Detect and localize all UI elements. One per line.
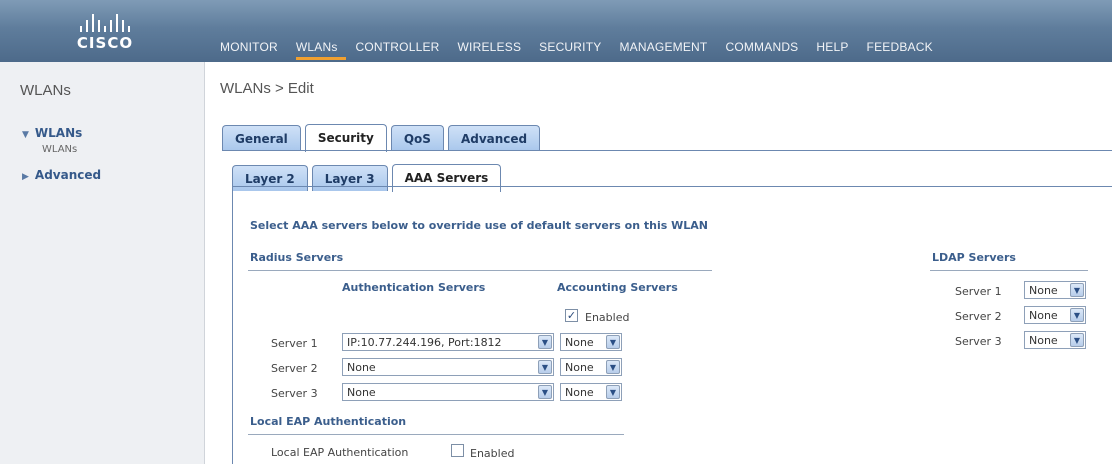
chevron-down-icon: ▼ — [538, 385, 552, 399]
menu-management[interactable]: MANAGEMENT — [619, 40, 715, 60]
menu-security[interactable]: SECURITY — [539, 40, 609, 60]
ldap-server1-select[interactable]: None ▼ — [1024, 281, 1086, 299]
acct-servers-header: Accounting Servers — [557, 281, 678, 294]
chevron-down-icon: ▼ — [606, 360, 620, 374]
chevron-down-icon: ▼ — [538, 360, 552, 374]
main-tabs: General Security QoS Advanced — [222, 123, 544, 152]
menu-wireless[interactable]: WIRELESS — [458, 40, 530, 60]
menu-controller[interactable]: CONTROLLER — [356, 40, 448, 60]
server3-label: Server 3 — [271, 387, 318, 400]
local-eap-enabled-label: Enabled — [470, 447, 515, 460]
cisco-logo: cisco — [60, 12, 150, 56]
sidebar: WLANs ▼ WLANs WLANs ▶ Advanced — [0, 62, 205, 464]
ldap-server2-select[interactable]: None ▼ — [1024, 306, 1086, 324]
radius-divider — [248, 270, 712, 271]
local-eap-enabled-checkbox[interactable] — [451, 444, 464, 457]
menu-feedback[interactable]: FEEDBACK — [867, 40, 941, 60]
ldap-servers-title: LDAP Servers — [932, 251, 1016, 264]
chevron-down-icon: ▼ — [606, 385, 620, 399]
chevron-down-icon: ▼ — [1070, 308, 1084, 322]
top-header: cisco MONITOR WLANs CONTROLLER WIRELESS … — [0, 0, 1112, 62]
chevron-down-icon: ▼ — [606, 335, 620, 349]
acct-server2-select[interactable]: None ▼ — [560, 358, 622, 376]
ldap-server2-label: Server 2 — [955, 310, 1002, 323]
acct-server3-select[interactable]: None ▼ — [560, 383, 622, 401]
ldap-server1-label: Server 1 — [955, 285, 1002, 298]
ldap-server3-label: Server 3 — [955, 335, 1002, 348]
sidebar-item-advanced[interactable]: ▶ Advanced — [22, 168, 101, 182]
acct-server1-select[interactable]: None ▼ — [560, 333, 622, 351]
acct-enabled-checkbox[interactable]: ✓ — [565, 309, 578, 322]
local-eap-title: Local EAP Authentication — [250, 415, 407, 428]
chevron-down-icon: ▼ — [1070, 283, 1084, 297]
sidebar-item-label: WLANs — [34, 126, 83, 140]
acct-enabled-label: Enabled — [585, 311, 630, 324]
local-eap-label: Local EAP Authentication — [271, 446, 409, 459]
server1-label: Server 1 — [271, 337, 318, 350]
tab-advanced[interactable]: Advanced — [447, 125, 541, 151]
sidebar-subitem-wlans[interactable]: WLANs — [42, 144, 77, 155]
auth-server3-select[interactable]: None ▼ — [342, 383, 554, 401]
radius-servers-title: Radius Servers — [250, 251, 344, 264]
auth-server1-select[interactable]: IP:10.77.244.196, Port:1812 ▼ — [342, 333, 554, 351]
main-menu: MONITOR WLANs CONTROLLER WIRELESS SECURI… — [220, 40, 951, 60]
tab-security[interactable]: Security — [304, 124, 387, 152]
sidebar-item-label: Advanced — [34, 168, 102, 182]
page-title: WLANs > Edit — [220, 80, 314, 97]
local-eap-divider — [248, 434, 624, 435]
override-hint: Select AAA servers below to override use… — [250, 219, 708, 232]
server2-label: Server 2 — [271, 362, 318, 375]
auth-server2-select[interactable]: None ▼ — [342, 358, 554, 376]
main-tabs-divider — [222, 150, 1112, 151]
menu-commands[interactable]: COMMANDS — [725, 40, 806, 60]
tab-qos[interactable]: QoS — [390, 125, 444, 151]
tab-general[interactable]: General — [222, 125, 301, 151]
menu-wlans[interactable]: WLANs — [295, 40, 346, 60]
sidebar-title: WLANs — [20, 82, 71, 99]
expanded-triangle-icon: ▼ — [22, 130, 29, 140]
chevron-down-icon: ▼ — [538, 335, 552, 349]
chevron-down-icon: ▼ — [1070, 333, 1084, 347]
menu-monitor[interactable]: MONITOR — [220, 40, 286, 60]
sidebar-item-wlans[interactable]: ▼ WLANs — [22, 126, 82, 140]
ldap-server3-select[interactable]: None ▼ — [1024, 331, 1086, 349]
collapsed-triangle-icon: ▶ — [22, 172, 29, 182]
auth-servers-header: Authentication Servers — [342, 281, 486, 294]
menu-help[interactable]: HELP — [816, 40, 856, 60]
ldap-divider — [930, 270, 1088, 271]
